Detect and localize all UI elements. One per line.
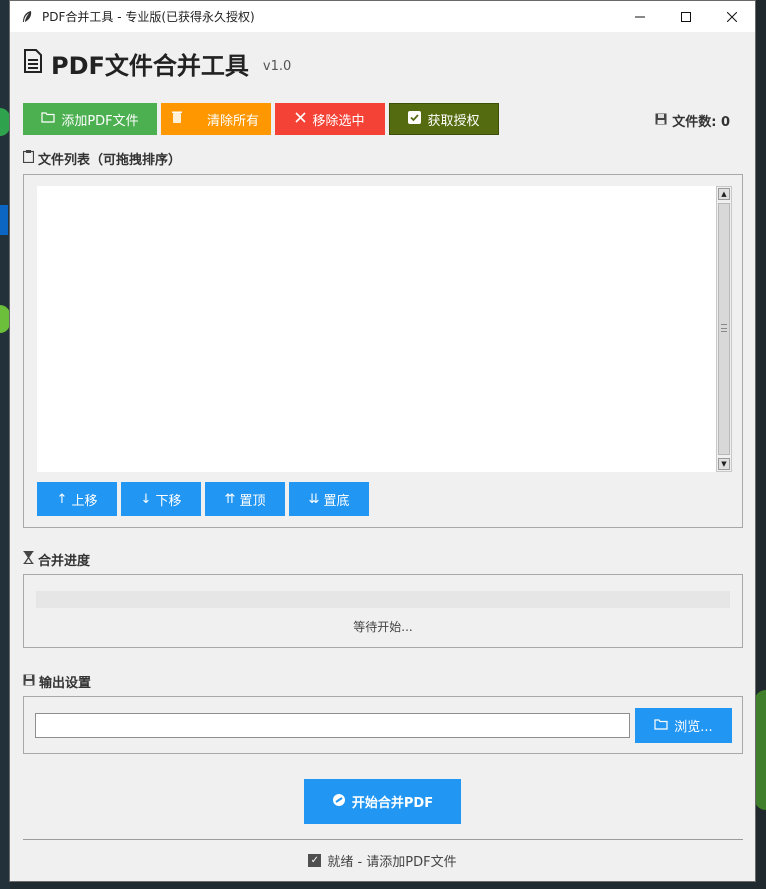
folder-icon xyxy=(654,718,668,734)
document-icon xyxy=(23,49,43,80)
double-arrow-down-icon: ⇊ xyxy=(308,491,320,507)
window-controls xyxy=(617,1,755,32)
get-license-button[interactable]: 获取授权 xyxy=(389,103,499,135)
desktop-icon-fragment xyxy=(0,205,8,235)
file-count-label: 文件数: 0 xyxy=(672,115,730,130)
move-bottom-label: 置底 xyxy=(323,493,350,509)
output-header: 输出设置 xyxy=(23,672,742,691)
scroll-grip-icon xyxy=(721,324,727,332)
title-bar: PDF合并工具 - 专业版(已获得永久授权) xyxy=(10,1,755,32)
double-arrow-up-icon: ⇈ xyxy=(224,491,236,507)
maximize-button[interactable] xyxy=(663,1,709,32)
trash-icon xyxy=(171,110,183,128)
file-count: 文件数: 0 xyxy=(655,111,730,130)
move-up-label: 上移 xyxy=(71,493,98,509)
status-bar: ✓ 就绪 - 请添加PDF文件 xyxy=(23,851,742,870)
progress-header: 合并进度 xyxy=(23,550,742,569)
merge-area: 开始合并PDF xyxy=(23,779,742,824)
link-icon xyxy=(332,793,346,811)
clipboard-icon xyxy=(22,150,35,166)
get-license-label: 获取授权 xyxy=(427,113,480,129)
start-merge-button[interactable]: 开始合并PDF xyxy=(304,779,461,824)
feather-icon xyxy=(20,10,34,24)
add-pdf-label: 添加PDF文件 xyxy=(61,113,139,129)
remove-selected-label: 移除选中 xyxy=(312,113,365,129)
progress-bar xyxy=(36,591,730,608)
toolbar: 添加PDF文件 清除所有 移除选中 获取授权 文件数: 0 xyxy=(23,103,742,135)
browse-label: 浏览... xyxy=(674,720,713,735)
file-list-header: 文件列表（可拖拽排序） xyxy=(22,149,742,168)
file-list-label: 文件列表（可拖拽排序） xyxy=(38,152,182,168)
clear-all-button[interactable]: 清除所有 xyxy=(161,103,271,135)
close-button[interactable] xyxy=(709,1,755,32)
app-window: PDF合并工具 - 专业版(已获得永久授权) PDF文件合并工具 v1.0 添加… xyxy=(9,0,756,882)
progress-status: 等待开始... xyxy=(353,620,413,634)
output-path-input[interactable] xyxy=(35,713,630,738)
output-frame: 浏览... xyxy=(23,696,743,754)
window-title: PDF合并工具 - 专业版(已获得永久授权) xyxy=(42,10,255,24)
file-list-frame: ▲ ▼ ↑ 上移 ↓ 下移 ⇈ 置顶 ⇊ 置底 xyxy=(23,174,743,528)
move-bottom-button[interactable]: ⇊ 置底 xyxy=(289,482,369,516)
version-label: v1.0 xyxy=(262,59,292,74)
close-icon xyxy=(295,111,307,127)
browse-button[interactable]: 浏览... xyxy=(635,708,732,743)
checkbox-icon xyxy=(408,110,422,128)
arrow-down-icon: ↓ xyxy=(140,491,152,507)
hourglass-icon xyxy=(23,550,34,567)
folder-icon xyxy=(41,111,55,127)
divider xyxy=(23,839,743,840)
save-icon xyxy=(23,674,35,689)
arrow-up-icon: ↑ xyxy=(56,491,68,507)
scroll-thumb[interactable] xyxy=(718,203,730,455)
scroll-up-arrow[interactable]: ▲ xyxy=(718,188,730,200)
start-merge-label: 开始合并PDF xyxy=(351,796,434,811)
move-up-button[interactable]: ↑ 上移 xyxy=(37,482,117,516)
move-down-label: 下移 xyxy=(155,493,182,509)
clear-all-label: 清除所有 xyxy=(207,113,260,129)
scroll-down-arrow[interactable]: ▼ xyxy=(718,458,730,470)
progress-frame: 等待开始... xyxy=(23,574,743,648)
file-list-scrollbar[interactable]: ▲ ▼ xyxy=(716,186,732,472)
minimize-button[interactable] xyxy=(617,1,663,32)
app-header: PDF文件合并工具 v1.0 xyxy=(23,32,742,80)
move-top-label: 置顶 xyxy=(239,493,266,509)
progress-label: 合并进度 xyxy=(38,553,91,569)
move-buttons: ↑ 上移 ↓ 下移 ⇈ 置顶 ⇊ 置底 xyxy=(37,482,373,516)
move-top-button[interactable]: ⇈ 置顶 xyxy=(205,482,285,516)
output-label: 输出设置 xyxy=(39,675,92,691)
file-list[interactable] xyxy=(37,186,718,472)
move-down-button[interactable]: ↓ 下移 xyxy=(121,482,201,516)
page-title: PDF文件合并工具 xyxy=(51,52,249,80)
add-pdf-button[interactable]: 添加PDF文件 xyxy=(23,103,157,135)
status-text: 就绪 - 请添加PDF文件 xyxy=(327,855,457,870)
save-icon xyxy=(655,113,667,128)
check-icon: ✓ xyxy=(308,854,322,867)
remove-selected-button[interactable]: 移除选中 xyxy=(275,103,385,135)
